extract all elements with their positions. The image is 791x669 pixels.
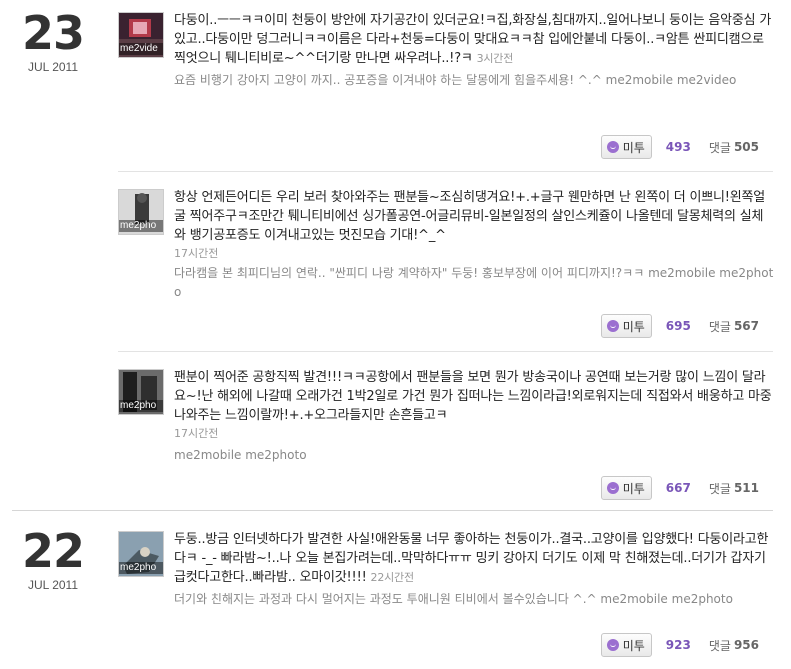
metoo-label: 미투 <box>622 638 645 653</box>
post-text: 팬분이 찍어준 공항직찍 발견!!!ㅋㅋ공항에서 팬분들을 보면 뭔가 방송국이… <box>174 368 774 425</box>
metoo-count[interactable]: 667 <box>666 481 691 495</box>
post-text: 다둥이..ㅡㅡㅋㅋ이미 천둥이 방안에 자기공간이 있더군요!ㅋ집,화장실,침대… <box>174 11 774 68</box>
post-message: 다둥이..ㅡㅡㅋㅋ이미 천둥이 방안에 자기공간이 있더군요!ㅋ집,화장실,침대… <box>174 13 772 66</box>
smile-icon <box>606 639 619 651</box>
thumbnail-label: me2pho <box>119 562 163 574</box>
post-message: 팬분이 찍어준 공항직찍 발견!!!ㅋㅋ공항에서 팬분들을 보면 뭔가 방송국이… <box>174 370 772 423</box>
thumbnail-label: me2vide <box>119 43 163 55</box>
day-divider <box>12 510 773 511</box>
date-block: 23 JUL 2011 <box>18 8 88 74</box>
metoo-label: 미투 <box>622 140 645 155</box>
post-tagline: 요즘 비행기 강아지 고양이 까지.. 공포증을 이겨내야 하는 달몽에게 힘을… <box>174 73 602 87</box>
metoo-button[interactable]: 미투 <box>600 135 652 159</box>
date-day: 22 <box>21 524 85 578</box>
comment-count[interactable]: 567 <box>734 319 759 333</box>
post-time[interactable]: 22시간전 <box>371 571 415 584</box>
comment-label[interactable]: 댓글 <box>709 637 731 654</box>
date-day: 23 <box>21 6 85 60</box>
date-month-year: JUL 2011 <box>27 60 79 74</box>
comment-label[interactable]: 댓글 <box>709 139 731 156</box>
date-block: 22 JUL 2011 <box>18 526 88 592</box>
smile-icon <box>606 141 619 153</box>
post-item: me2vide 다둥이..ㅡㅡㅋㅋ이미 천둥이 방안에 자기공간이 있더군요!ㅋ… <box>118 12 773 172</box>
post-meta: me2mobile me2photo <box>174 446 774 465</box>
post-item: me2pho 팬분이 찍어준 공항직찍 발견!!!ㅋㅋ공항에서 팬분들을 보면 … <box>118 369 773 503</box>
photo-thumbnail[interactable]: me2pho <box>118 369 164 415</box>
smile-icon <box>606 482 619 494</box>
post-meta: 더기와 친해지는 과정과 다시 멀어지는 과정도 투애니원 티비에서 볼수있습니… <box>174 590 774 609</box>
post-actions: 미투 923 댓글 956 <box>600 633 759 657</box>
post-body: 두둥..방금 인터넷하다가 발견한 사실!애완동물 너무 좋아하는 천둥이가..… <box>174 530 774 609</box>
comment-label[interactable]: 댓글 <box>709 318 731 335</box>
metoo-count[interactable]: 923 <box>666 638 691 652</box>
smile-icon <box>606 320 619 332</box>
post-divider <box>118 171 773 172</box>
post-meta: 요즘 비행기 강아지 고양이 까지.. 공포증을 이겨내야 하는 달몽에게 힘을… <box>174 71 774 90</box>
post-actions: 미투 493 댓글 505 <box>600 135 759 159</box>
comment-label[interactable]: 댓글 <box>709 480 731 497</box>
photo-thumbnail[interactable]: me2pho <box>118 189 164 235</box>
photo-thumbnail[interactable]: me2pho <box>118 531 164 577</box>
post-item: me2pho 항상 언제든어디든 우리 보러 찾아와주는 팬분들~조심히댕겨요!… <box>118 189 773 351</box>
metoo-button[interactable]: 미투 <box>600 476 652 500</box>
thumbnail-label: me2pho <box>119 400 163 412</box>
post-source: me2mobile me2photo <box>600 592 733 606</box>
post-tagline: 더기와 친해지는 과정과 다시 멀어지는 과정도 투애니원 티비에서 볼수있습니… <box>174 592 597 606</box>
post-meta: 다라캠을 본 최피디님의 연락.. "싼피디 나랑 계약하자" 두둥! 홍보부장… <box>174 264 774 302</box>
post-time[interactable]: 17시간전 <box>174 425 774 443</box>
post-text: 항상 언제든어디든 우리 보러 찾아와주는 팬분들~조심히댕겨요!+.+글구 웬… <box>174 188 774 245</box>
post-text: 두둥..방금 인터넷하다가 발견한 사실!애완동물 너무 좋아하는 천둥이가..… <box>174 530 774 587</box>
post-tagline: 다라캠을 본 최피디님의 연락.. "싼피디 나랑 계약하자" 두둥! 홍보부장… <box>174 266 645 280</box>
metoo-label: 미투 <box>622 319 645 334</box>
metoo-button[interactable]: 미투 <box>600 633 652 657</box>
post-divider <box>118 351 773 352</box>
post-message: 항상 언제든어디든 우리 보러 찾아와주는 팬분들~조심히댕겨요!+.+글구 웬… <box>174 190 766 243</box>
comment-count[interactable]: 511 <box>734 481 759 495</box>
metoo-label: 미투 <box>622 481 645 496</box>
metoo-count[interactable]: 695 <box>666 319 691 333</box>
post-actions: 미투 667 댓글 511 <box>600 476 759 500</box>
post-source: me2mobile me2photo <box>174 448 307 462</box>
video-thumbnail[interactable]: me2vide <box>118 12 164 58</box>
post-actions: 미투 695 댓글 567 <box>600 314 759 338</box>
comment-count[interactable]: 956 <box>734 638 759 652</box>
post-item: me2pho 두둥..방금 인터넷하다가 발견한 사실!애완동물 너무 좋아하는… <box>118 531 773 667</box>
post-body: 다둥이..ㅡㅡㅋㅋ이미 천둥이 방안에 자기공간이 있더군요!ㅋ집,화장실,침대… <box>174 11 774 90</box>
thumbnail-label: me2pho <box>119 220 163 232</box>
post-message: 두둥..방금 인터넷하다가 발견한 사실!애완동물 너무 좋아하는 천둥이가..… <box>174 532 769 585</box>
metoo-count[interactable]: 493 <box>666 140 691 154</box>
date-month-year: JUL 2011 <box>27 578 79 592</box>
metoo-button[interactable]: 미투 <box>600 314 652 338</box>
post-body: 항상 언제든어디든 우리 보러 찾아와주는 팬분들~조심히댕겨요!+.+글구 웬… <box>174 188 774 302</box>
comment-count[interactable]: 505 <box>734 140 759 154</box>
post-body: 팬분이 찍어준 공항직찍 발견!!!ㅋㅋ공항에서 팬분들을 보면 뭔가 방송국이… <box>174 368 774 465</box>
post-source: me2mobile me2video <box>605 73 737 87</box>
post-time[interactable]: 3시간전 <box>477 52 514 65</box>
post-time[interactable]: 17시간전 <box>174 245 774 263</box>
